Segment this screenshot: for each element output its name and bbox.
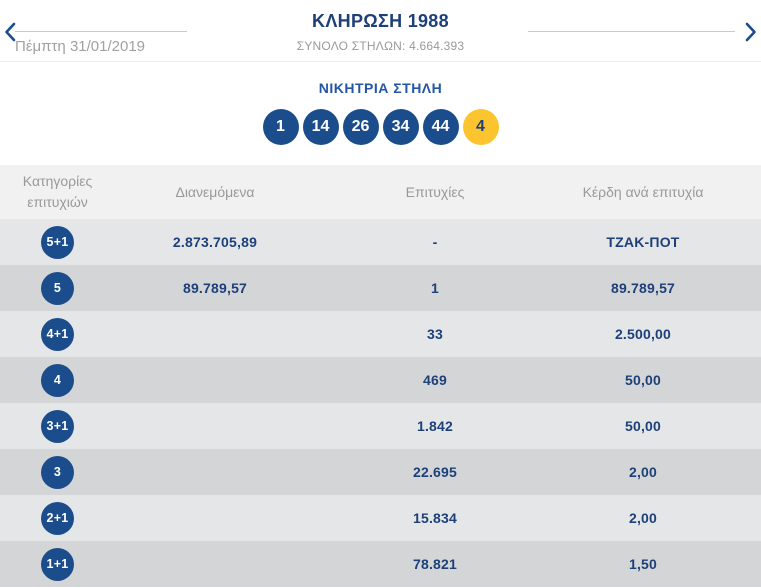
prize-table-row: 5 89.789,57 1 89.789,57 bbox=[0, 265, 761, 311]
category-label: 5 bbox=[53, 281, 62, 295]
category-badge: 4+1 bbox=[41, 317, 74, 351]
prize-per-winner: 2,00 bbox=[628, 510, 658, 526]
number-ball: 14 bbox=[302, 109, 339, 145]
category-cell: 2+1 bbox=[0, 501, 115, 535]
column-header-distributed: Διανεμόμενα bbox=[175, 183, 255, 200]
category-badge: 1+1 bbox=[41, 547, 74, 581]
winners-count: - bbox=[432, 234, 438, 250]
number-ball: 44 bbox=[422, 109, 459, 145]
winners-count: 22.695 bbox=[412, 464, 458, 480]
category-cell: 4 bbox=[0, 363, 115, 397]
category-label: 1+1 bbox=[46, 557, 69, 571]
draw-results-page: Πέμπτη 31/01/2019 ΚΛΗΡΩΣΗ 1988 ΣΥΝΟΛΟ ΣΤ… bbox=[0, 0, 761, 588]
next-draw-button[interactable] bbox=[743, 20, 760, 44]
ball-number: 14 bbox=[311, 118, 330, 135]
number-ball: 34 bbox=[382, 109, 419, 145]
prize-table-row: 5+1 2.873.705,89 - ΤΖΑΚ-ΠΟΤ bbox=[0, 219, 761, 265]
prize-per-winner: 89.789,57 bbox=[610, 280, 676, 296]
ball-number: 1 bbox=[276, 118, 285, 135]
category-cell: 3+1 bbox=[0, 409, 115, 443]
category-label: 4 bbox=[53, 373, 62, 387]
number-ball: 1 bbox=[262, 109, 299, 145]
winning-numbers: 1 14 26 34 44 4 bbox=[0, 109, 761, 145]
column-header-categories: Κατηγορίες επιτυχιών bbox=[22, 173, 93, 210]
total-columns: ΣΥΝΟΛΟ ΣΤΗΛΩΝ: 4.664.393 bbox=[296, 39, 465, 53]
prize-per-winner: 50,00 bbox=[624, 372, 662, 388]
category-badge: 3 bbox=[41, 455, 74, 489]
prize-per-winner: 2,00 bbox=[628, 464, 658, 480]
category-badge: 4 bbox=[41, 363, 74, 397]
prize-table-row: 1+1 78.821 1,50 bbox=[0, 541, 761, 587]
category-badge: 3+1 bbox=[41, 409, 74, 443]
category-badge: 2+1 bbox=[41, 501, 74, 535]
prize-table: Κατηγορίες επιτυχιών Διανεμόμενα Επιτυχί… bbox=[0, 165, 761, 587]
prize-per-winner: 50,00 bbox=[624, 418, 662, 434]
ball-number: 4 bbox=[476, 118, 485, 135]
column-header-winners: Επιτυχίες bbox=[405, 183, 465, 200]
category-badge: 5 bbox=[41, 271, 74, 305]
prize-table-row: 4+1 33 2.500,00 bbox=[0, 311, 761, 357]
distributed-amount: 89.789,57 bbox=[182, 280, 248, 296]
category-label: 3+1 bbox=[46, 419, 69, 433]
winning-column-section: ΝΙΚΗΤΡΙΑ ΣΤΗΛΗ 1 14 26 34 44 4 bbox=[0, 62, 761, 165]
prize-table-row: 3 22.695 2,00 bbox=[0, 449, 761, 495]
category-badge: 5+1 bbox=[41, 225, 74, 259]
category-label: 4+1 bbox=[46, 327, 69, 341]
winning-column-label: ΝΙΚΗΤΡΙΑ ΣΤΗΛΗ bbox=[318, 80, 443, 96]
winners-count: 33 bbox=[427, 326, 443, 342]
column-header-prize: Κέρδη ανά επιτυχία bbox=[582, 183, 704, 200]
draw-title: ΚΛΗΡΩΣΗ 1988 bbox=[312, 11, 449, 31]
draw-title-block: ΚΛΗΡΩΣΗ 1988 ΣΥΝΟΛΟ ΣΤΗΛΩΝ: 4.664.393 bbox=[0, 11, 761, 53]
chevron-right-icon bbox=[745, 22, 756, 42]
category-cell: 3 bbox=[0, 455, 115, 489]
number-ball: 26 bbox=[342, 109, 379, 145]
prize-table-body: 5+1 2.873.705,89 - ΤΖΑΚ-ΠΟΤ 5 89.789,57 … bbox=[0, 219, 761, 587]
prize-per-winner: 1,50 bbox=[628, 556, 658, 572]
winners-count: 1 bbox=[431, 280, 439, 296]
prize-table-row: 3+1 1.842 50,00 bbox=[0, 403, 761, 449]
prize-table-row: 2+1 15.834 2,00 bbox=[0, 495, 761, 541]
ball-number: 34 bbox=[391, 118, 410, 135]
category-cell: 5 bbox=[0, 271, 115, 305]
category-label: 5+1 bbox=[46, 235, 69, 249]
prize-per-winner: 2.500,00 bbox=[614, 326, 672, 342]
winners-count: 15.834 bbox=[412, 510, 458, 526]
category-cell: 1+1 bbox=[0, 547, 115, 581]
prize-per-winner: ΤΖΑΚ-ΠΟΤ bbox=[606, 234, 680, 250]
ball-number: 44 bbox=[431, 118, 450, 135]
bonus-ball: 4 bbox=[462, 109, 499, 145]
category-cell: 5+1 bbox=[0, 225, 115, 259]
winners-count: 1.842 bbox=[416, 418, 454, 434]
category-label: 3 bbox=[53, 465, 62, 479]
winners-count: 78.821 bbox=[412, 556, 458, 572]
divider-line-right bbox=[528, 31, 735, 32]
prize-table-row: 4 469 50,00 bbox=[0, 357, 761, 403]
category-label: 2+1 bbox=[46, 511, 69, 525]
distributed-amount: 2.873.705,89 bbox=[172, 234, 258, 250]
category-cell: 4+1 bbox=[0, 317, 115, 351]
draw-header: Πέμπτη 31/01/2019 ΚΛΗΡΩΣΗ 1988 ΣΥΝΟΛΟ ΣΤ… bbox=[0, 0, 761, 62]
winners-count: 469 bbox=[423, 372, 447, 388]
ball-number: 26 bbox=[351, 118, 370, 135]
prize-table-header: Κατηγορίες επιτυχιών Διανεμόμενα Επιτυχί… bbox=[0, 165, 761, 219]
